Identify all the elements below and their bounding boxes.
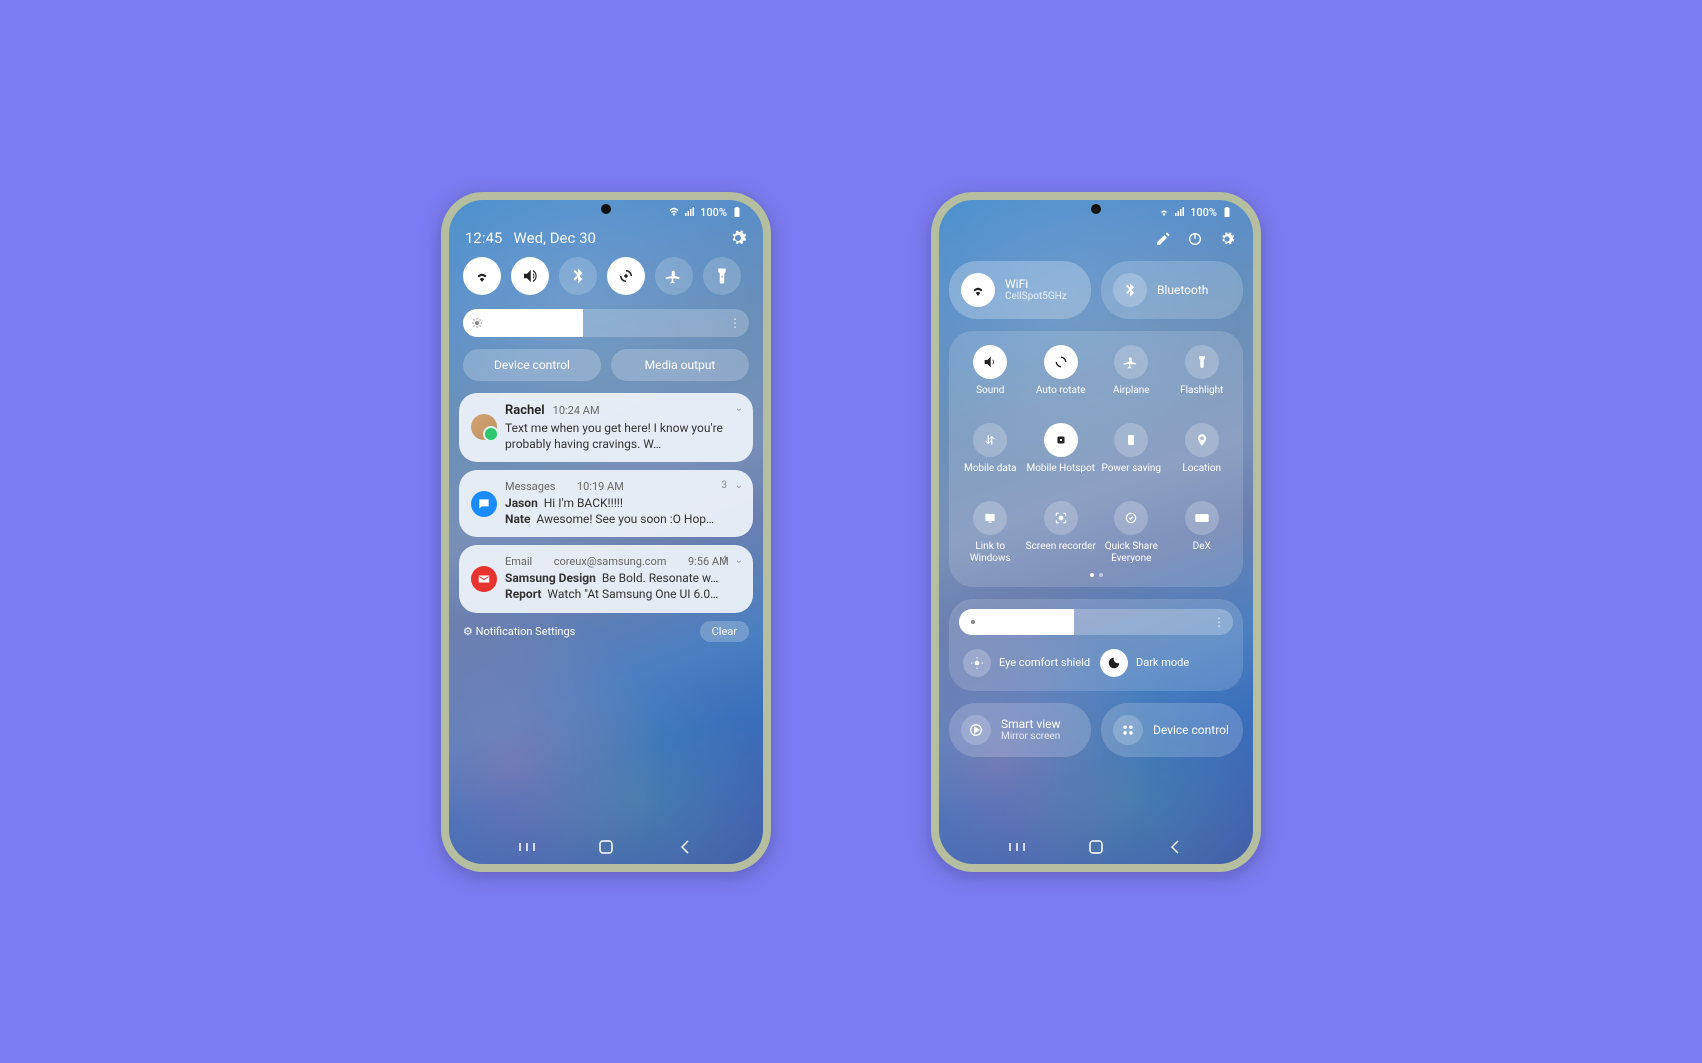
sun-icon bbox=[471, 317, 483, 329]
battery-percentage: 100% bbox=[700, 206, 727, 219]
battery-icon bbox=[731, 206, 743, 218]
clear-button[interactable]: Clear bbox=[700, 621, 749, 642]
contact-avatar-icon bbox=[471, 414, 497, 440]
camera-punch-hole bbox=[601, 204, 611, 214]
home-button[interactable] bbox=[1085, 840, 1107, 854]
brightness-more-icon[interactable]: ⋮ bbox=[729, 316, 741, 330]
notification-from: coreux@samsung.com bbox=[554, 555, 667, 568]
back-button[interactable] bbox=[674, 840, 696, 854]
notification-settings-link[interactable]: ⚙ Notification Settings bbox=[463, 625, 575, 638]
datetime: 12:45 Wed, Dec 30 bbox=[465, 229, 596, 247]
wifi-icon bbox=[961, 273, 995, 307]
mobile-hotspot-button[interactable]: Mobile Hotspot bbox=[1026, 423, 1097, 487]
location-button[interactable]: Location bbox=[1167, 423, 1238, 487]
wifi-tile[interactable]: WiFiCellSpot5GHz bbox=[949, 261, 1091, 319]
sound-button[interactable]: Sound bbox=[955, 345, 1026, 409]
smart-view-tile[interactable]: Smart viewMirror screen bbox=[949, 703, 1091, 757]
eye-comfort-toggle[interactable]: Eye comfort shield bbox=[959, 645, 1096, 681]
page-indicator bbox=[955, 573, 1237, 577]
quick-share-button[interactable]: Quick ShareEveryone bbox=[1096, 501, 1167, 565]
notification-card[interactable]: 3 ⌄ Messages 10:19 AM Jason Hi I'm BACK!… bbox=[459, 470, 753, 537]
battery-percentage: 100% bbox=[1190, 206, 1217, 219]
link-windows-button[interactable]: Link to Windows bbox=[955, 501, 1026, 565]
home-button[interactable] bbox=[595, 840, 617, 854]
device-control-chip[interactable]: Device control bbox=[463, 349, 601, 381]
device-control-icon bbox=[1113, 715, 1143, 745]
wifi-icon bbox=[1158, 206, 1170, 218]
bluetooth-toggle[interactable] bbox=[559, 257, 597, 295]
bluetooth-tile[interactable]: Bluetooth bbox=[1101, 261, 1243, 319]
sun-icon bbox=[967, 616, 979, 628]
chevron-down-icon[interactable]: ⌄ bbox=[735, 480, 743, 491]
power-icon[interactable] bbox=[1187, 231, 1203, 247]
email-app-icon bbox=[471, 566, 497, 592]
notification-time: 10:19 AM bbox=[577, 480, 624, 493]
screen-recorder-button[interactable]: Screen recorder bbox=[1026, 501, 1097, 565]
brightness-panel: ⋮ Eye comfort shield Dark mode bbox=[949, 599, 1243, 691]
notification-app: Messages bbox=[505, 480, 555, 493]
brightness-slider[interactable]: ⋮ bbox=[959, 609, 1233, 635]
navigation-bar bbox=[949, 828, 1243, 864]
auto-rotate-toggle[interactable] bbox=[607, 257, 645, 295]
airplane-button[interactable]: Airplane bbox=[1096, 345, 1167, 409]
auto-rotate-button[interactable]: Auto rotate bbox=[1026, 345, 1097, 409]
device-control-tile[interactable]: Device control bbox=[1101, 703, 1243, 757]
back-button[interactable] bbox=[1164, 840, 1186, 854]
wifi-icon bbox=[668, 206, 680, 218]
smart-view-icon bbox=[961, 715, 991, 745]
chevron-down-icon[interactable]: ⌄ bbox=[735, 403, 743, 414]
notification-card[interactable]: 4 ⌄ Email coreux@samsung.com 9:56 AM Sam… bbox=[459, 545, 753, 612]
messages-app-icon bbox=[471, 491, 497, 517]
flashlight-toggle[interactable] bbox=[703, 257, 741, 295]
notification-card[interactable]: ⌄ Rachel 10:24 AM Text me when you get he… bbox=[459, 393, 753, 462]
settings-icon[interactable] bbox=[1219, 231, 1235, 247]
notification-time: 10:24 AM bbox=[553, 404, 600, 417]
brightness-slider[interactable]: ⋮ bbox=[463, 309, 749, 337]
chevron-down-icon[interactable]: ⌄ bbox=[735, 555, 743, 566]
dex-button[interactable]: DeX bbox=[1167, 501, 1238, 565]
notification-count: 4 bbox=[721, 555, 727, 566]
quick-settings-row bbox=[459, 257, 753, 295]
notification-sender: Rachel bbox=[505, 403, 545, 418]
quick-settings-grid: Sound Auto rotate Airplane Flashlight Mo… bbox=[949, 331, 1243, 587]
time-text: 12:45 bbox=[465, 229, 502, 247]
camera-punch-hole bbox=[1091, 204, 1101, 214]
edit-icon[interactable] bbox=[1155, 231, 1171, 247]
power-saving-button[interactable]: Power saving bbox=[1096, 423, 1167, 487]
mobile-data-button[interactable]: Mobile data bbox=[955, 423, 1026, 487]
bluetooth-icon bbox=[1113, 273, 1147, 307]
sound-toggle[interactable] bbox=[511, 257, 549, 295]
signal-icon bbox=[684, 206, 696, 218]
flashlight-button[interactable]: Flashlight bbox=[1167, 345, 1238, 409]
settings-icon[interactable] bbox=[729, 229, 747, 247]
recents-button[interactable] bbox=[516, 840, 538, 854]
airplane-toggle[interactable] bbox=[655, 257, 693, 295]
phone-quick-panel: 100% WiFiCellSpot5GHz Bluetooth bbox=[931, 192, 1261, 872]
notification-preview: Text me when you get here! I know you're… bbox=[505, 420, 741, 452]
notification-list: ⌄ Rachel 10:24 AM Text me when you get he… bbox=[459, 393, 753, 613]
media-output-chip[interactable]: Media output bbox=[611, 349, 749, 381]
signal-icon bbox=[1174, 206, 1186, 218]
notification-count: 3 bbox=[721, 480, 727, 491]
battery-icon bbox=[1221, 206, 1233, 218]
recents-button[interactable] bbox=[1006, 840, 1028, 854]
navigation-bar bbox=[459, 828, 753, 864]
notification-app: Email bbox=[505, 555, 532, 568]
brightness-more-icon[interactable]: ⋮ bbox=[1213, 615, 1225, 629]
phone-notification-panel: 100% 12:45 Wed, Dec 30 ⋮ bbox=[441, 192, 771, 872]
wifi-toggle[interactable] bbox=[463, 257, 501, 295]
dark-mode-toggle[interactable]: Dark mode bbox=[1096, 645, 1233, 681]
date-text: Wed, Dec 30 bbox=[514, 229, 596, 247]
